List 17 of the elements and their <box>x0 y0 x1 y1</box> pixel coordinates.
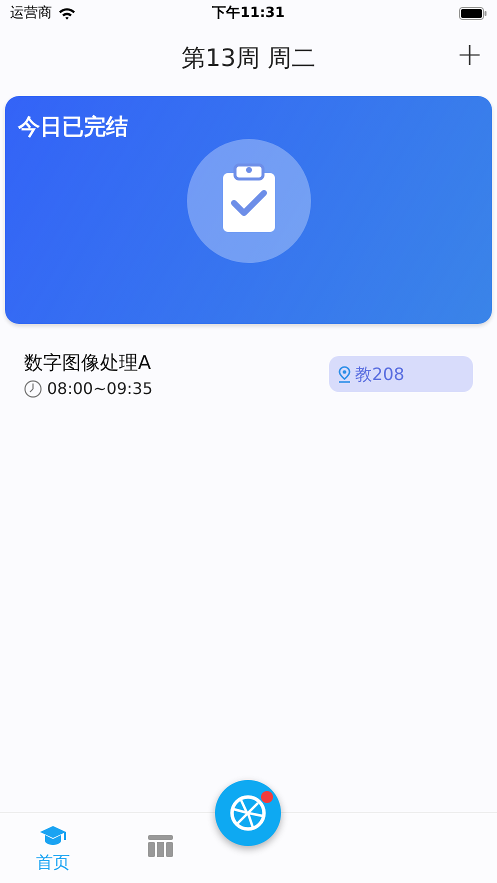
course-time: 08:00~09:35 <box>47 379 153 398</box>
course-name: 数字图像处理A <box>24 351 152 376</box>
room-label: 教208 <box>355 364 404 386</box>
add-button[interactable]: + <box>456 38 483 70</box>
camera-shutter-button[interactable] <box>215 780 281 846</box>
card-title: 今日已完结 <box>18 114 128 142</box>
clipboard-check-icon <box>186 139 310 263</box>
wifi-icon <box>58 6 76 20</box>
aperture-icon <box>229 794 267 832</box>
page-title: 第13周 周二 <box>181 43 316 74</box>
table-icon <box>148 835 173 857</box>
location-pin-icon <box>337 366 352 382</box>
battery-icon <box>459 6 487 20</box>
carrier: 运营商 <box>10 4 52 22</box>
clock-icon <box>24 380 42 398</box>
graduation-cap-icon <box>39 825 67 847</box>
clock: 下午11:31 <box>212 4 285 22</box>
